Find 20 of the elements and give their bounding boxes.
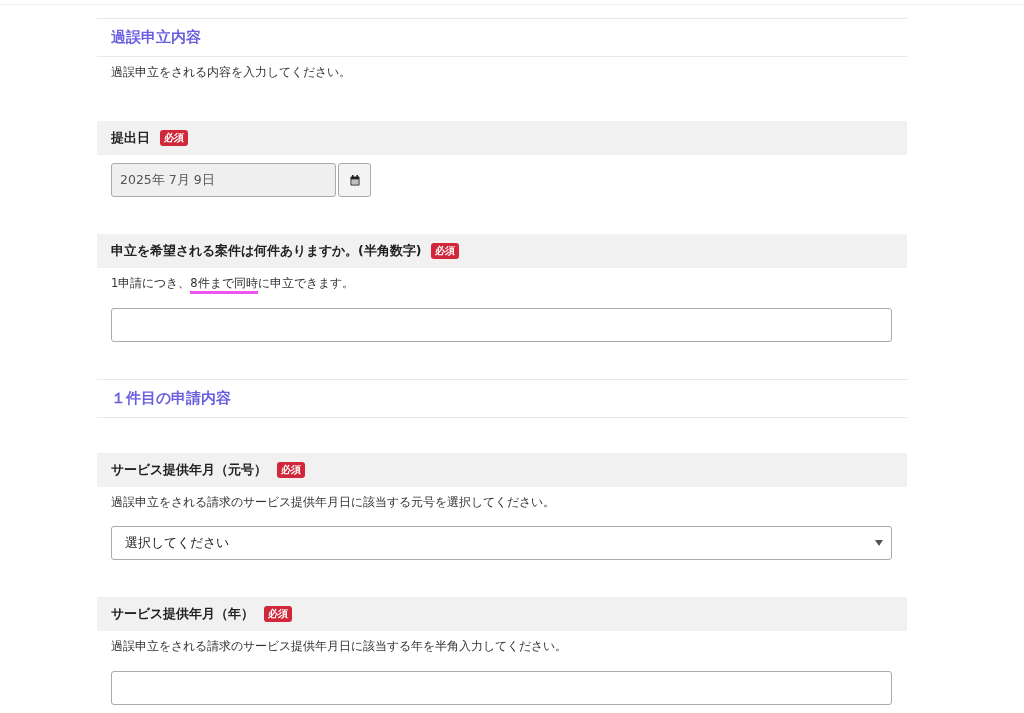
required-badge: 必須: [277, 462, 305, 478]
field-hint: 1申請につき、8件まで同時に申立できます。: [111, 276, 893, 292]
calendar-icon: [349, 174, 360, 186]
field-hint: 過誤申立をされる請求のサービス提供年月日に該当する元号を選択してください。: [111, 495, 556, 511]
calendar-button[interactable]: [338, 163, 371, 197]
required-badge: 必須: [160, 130, 188, 146]
section-description: 過誤申立をされる内容を入力してください。: [110, 64, 352, 81]
required-badge: 必須: [264, 606, 292, 622]
input-field[interactable]: [111, 671, 892, 705]
field-label: 申立を希望される案件は何件ありますか。(半角数字): [111, 242, 422, 260]
section-title: １件目の申請内容: [97, 380, 907, 418]
required-badge: 必須: [431, 243, 460, 259]
input-field[interactable]: [111, 308, 892, 342]
field-label: 提出日: [111, 129, 150, 147]
section-title: 過誤申立内容: [97, 19, 907, 57]
select-dropdown[interactable]: 選択してください: [111, 526, 892, 560]
field-label: サービス提供年月（年）: [111, 605, 254, 623]
caret-icon: [875, 540, 883, 546]
field-label: サービス提供年月（元号）: [111, 461, 267, 479]
field-hint: 過誤申立をされる請求のサービス提供年月日に該当する年を半角入力してください。: [111, 639, 568, 655]
